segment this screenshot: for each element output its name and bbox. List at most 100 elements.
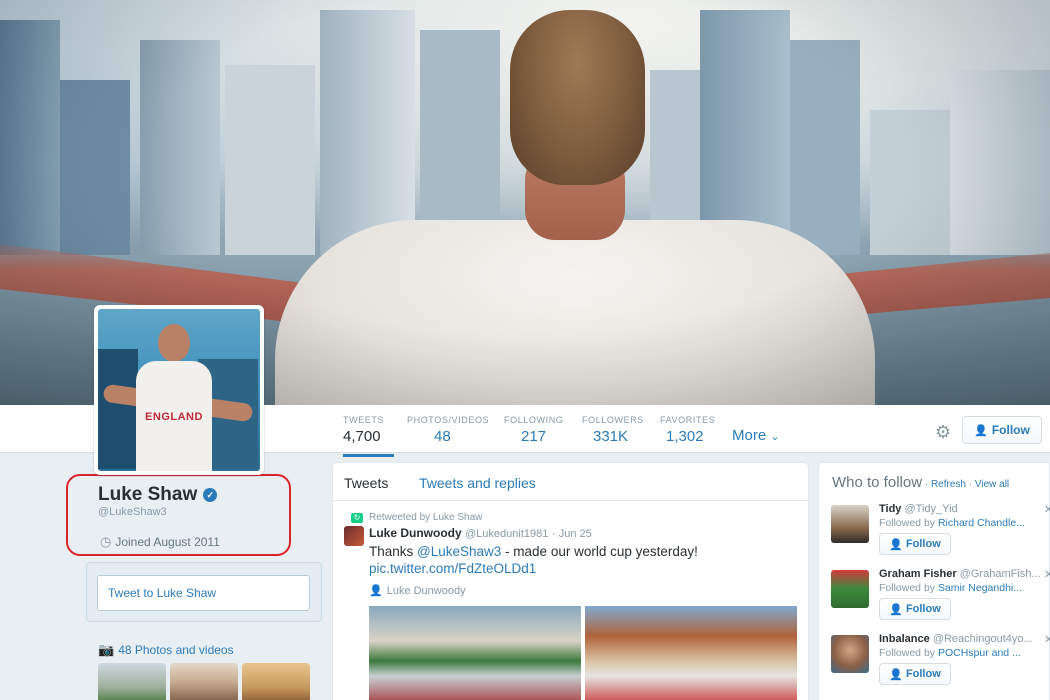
tweet-header: Luke Dunwoody @Lukedunit1981 · Jun 25 [369,526,592,540]
tweet-media-image[interactable] [585,606,797,700]
add-person-icon: 👤 [889,538,903,551]
suggested-user-names: Inbalance @Reachingout4yo... [879,633,1047,645]
profile-name-text: Luke Shaw [98,484,198,505]
follow-button[interactable]: 👤 Follow [879,533,951,555]
tweet-author-avatar[interactable] [344,526,364,546]
chevron-down-icon: ⌄ [770,431,780,443]
followed-by-user[interactable]: POCHspur and ... [938,647,1021,659]
who-to-follow: Who to follow · Refresh · View all Tidy … [818,462,1050,700]
photo-thumbnail[interactable] [170,663,238,700]
joined-date: ◷ Joined August 2011 [100,534,220,550]
avatar-shirt-text: ENGLAND [145,411,203,423]
suggested-user-handle: @Reachingout4yo... [932,633,1033,645]
retweet-context: ↻ Retweeted by Luke Shaw [351,512,482,523]
clock-icon: ◷ [100,534,112,549]
avatar-shirt: ENGLAND [136,361,212,471]
follow-label: Follow [905,538,941,550]
avatar-person-head [158,324,190,362]
suggested-user-avatar[interactable] [831,635,869,673]
tweet-text: Thanks @LukeShaw3 - made our world cup y… [369,543,789,561]
tweet-media-image[interactable] [369,606,581,700]
follow-button[interactable]: 👤 Follow [879,663,951,685]
who-to-follow-heading: Who to follow [832,474,923,491]
profile-avatar[interactable]: ENGLAND [94,305,264,475]
add-person-icon: 👤 [889,603,903,616]
stat-value: 4,700 [343,428,381,445]
suggested-user-name[interactable]: Inbalance [879,633,930,645]
more-menu[interactable]: More ⌄ [732,427,780,444]
camera-icon: 📷 [98,642,115,657]
who-to-follow-title: Who to follow · Refresh · View all [832,474,1009,491]
stat-following[interactable]: FOLLOWING 217 [504,415,563,445]
stat-value: 217 [521,428,547,445]
who-to-follow-links: · Refresh · View all [922,479,1010,490]
follow-label: Follow [905,603,941,615]
follow-button[interactable]: 👤 Follow [962,416,1042,444]
profile-name: Luke Shaw ✓ [98,484,218,506]
stat-label: FOLLOWERS [582,415,644,425]
avatar-image: ENGLAND [98,309,260,471]
suggested-user-name[interactable]: Graham Fisher [879,568,957,580]
retweet-icon: ↻ [351,512,363,523]
close-icon[interactable]: ✕ [1044,633,1050,646]
followed-by-user[interactable]: Richard Chandle... [938,517,1025,529]
tweet-date[interactable]: Jun 25 [559,528,592,540]
add-person-icon: 👤 [889,668,903,681]
tweet-text-prefix: Thanks [369,544,418,559]
more-label: More [732,427,767,444]
timeline: Tweets Tweets and replies ↻ Retweeted by… [332,462,809,700]
tweet-mention-link[interactable]: @LukeShaw3 [417,544,501,559]
followed-by: Followed by Richard Chandle... [879,517,1047,529]
timeline-tabs: Tweets Tweets and replies [333,463,808,501]
stat-followers[interactable]: FOLLOWERS 331K [582,415,644,445]
photos-videos-link[interactable]: 📷 48 Photos and videos [98,642,234,658]
tweet-author-name[interactable]: Luke Dunwoody [369,526,462,540]
followed-by: Followed by Samir Negandhi... [879,582,1047,594]
retweeted-by-text[interactable]: Retweeted by Luke Shaw [369,512,482,523]
gear-icon[interactable]: ⚙ [935,422,951,443]
stat-favorites[interactable]: FAVORITES 1,302 [660,415,715,445]
tweet-media-link[interactable]: pic.twitter.com/FdZteOLDd1 [369,561,536,576]
followed-by: Followed by POCHspur and ... [879,647,1047,659]
photo-thumbnail[interactable] [242,663,310,700]
followed-by-prefix: Followed by [879,647,938,659]
stat-label: FOLLOWING [504,415,564,425]
suggested-user-handle: @GrahamFish... [959,568,1041,580]
refresh-link[interactable]: Refresh [931,479,966,490]
photos-link-text: 48 Photos and videos [118,643,234,657]
profile-handle: @LukeShaw3 [98,506,167,518]
suggested-user-name[interactable]: Tidy [879,503,901,515]
stat-photos-videos[interactable]: PHOTOS/VIDEOS 48 [407,415,489,445]
close-icon[interactable]: ✕ [1044,568,1050,581]
tweet-author-handle[interactable]: @Lukedunit1981 [465,528,548,540]
follow-label: Follow [905,668,941,680]
suggested-user: Inbalance @Reachingout4yo... Followed by… [831,633,1050,693]
suggested-user-avatar[interactable] [831,505,869,543]
suggested-user-names: Tidy @Tidy_Yid [879,503,1047,515]
tweet-text-suffix: - made our world cup yesterday! [501,544,698,559]
view-all-link[interactable]: View all [975,479,1009,490]
stat-value: 331K [593,428,629,445]
close-icon[interactable]: ✕ [1044,503,1050,516]
suggested-user: Tidy @Tidy_Yid Followed by Richard Chand… [831,503,1050,563]
tab-tweets-and-replies[interactable]: Tweets and replies [419,475,536,491]
link-separator: · [968,479,973,490]
photo-thumbnail[interactable] [98,663,166,700]
tweet-to-button[interactable]: Tweet to Luke Shaw [97,575,310,611]
stat-label: FAVORITES [660,415,716,425]
followed-by-prefix: Followed by [879,582,938,594]
tweet-geo: 👤 Luke Dunwoody [369,584,466,598]
suggested-user-handle: @Tidy_Yid [904,503,958,515]
verified-icon: ✓ [203,488,218,502]
suggested-user: Graham Fisher @GrahamFish... Followed by… [831,568,1050,628]
stat-tweets[interactable]: TWEETS 4,700 [343,415,395,457]
suggested-user-names: Graham Fisher @GrahamFish... [879,568,1047,580]
stat-value: 1,302 [666,428,704,445]
follow-button[interactable]: 👤 Follow [879,598,951,620]
followed-by-prefix: Followed by [879,517,938,529]
followed-by-user[interactable]: Samir Negandhi... [938,582,1022,594]
suggested-user-avatar[interactable] [831,570,869,608]
stat-label: PHOTOS/VIDEOS [407,415,490,425]
location-icon: 👤 [369,585,383,597]
tab-tweets[interactable]: Tweets [344,475,388,491]
